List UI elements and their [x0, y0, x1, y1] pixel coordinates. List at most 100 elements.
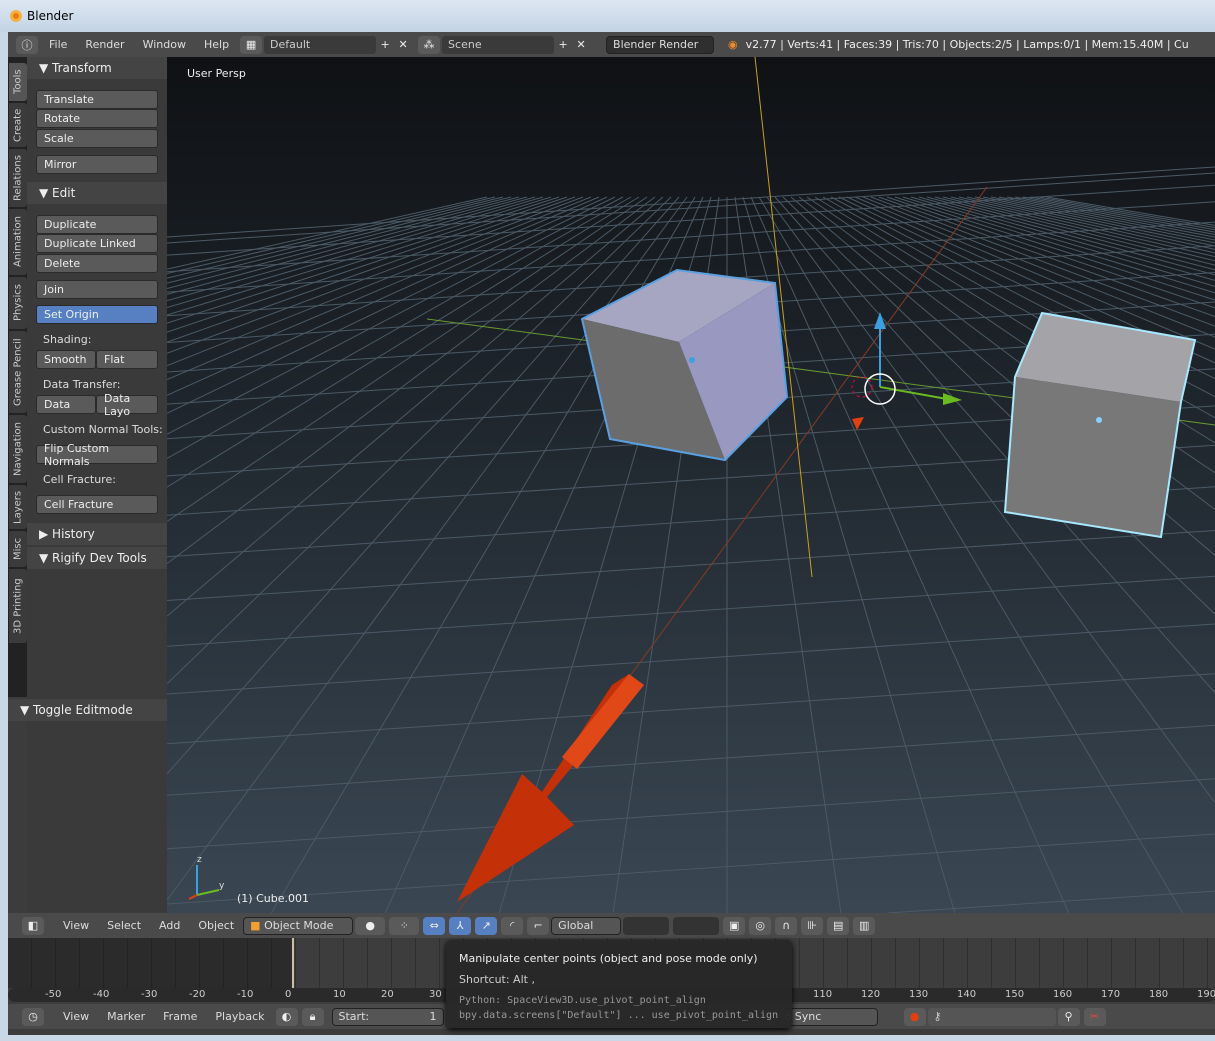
- frame-cursor[interactable]: [292, 938, 294, 988]
- translate-manipulator-icon[interactable]: ↗: [475, 916, 498, 935]
- flat-button[interactable]: Flat: [96, 350, 158, 369]
- history-title: History: [52, 527, 95, 541]
- keying-set-field[interactable]: ⚷: [927, 1007, 1056, 1026]
- insert-keyframe-icon[interactable]: ⚲: [1057, 1007, 1080, 1026]
- tab-create[interactable]: Create: [9, 103, 27, 147]
- layers-grid-1[interactable]: [623, 916, 670, 935]
- screen-layout-icon[interactable]: ▦: [240, 35, 263, 54]
- tab-3d-printing[interactable]: 3D Printing: [9, 569, 27, 643]
- orientation-select[interactable]: Global: [551, 916, 622, 935]
- rigify-panel-header[interactable]: ▼ Rigify Dev Tools: [27, 547, 167, 569]
- ruler-tick: -40: [93, 989, 110, 1000]
- menu-object[interactable]: Object: [189, 919, 243, 932]
- add-layout-icon[interactable]: +: [378, 36, 392, 54]
- mirror-button[interactable]: Mirror: [36, 155, 158, 174]
- menu-add[interactable]: Add: [150, 919, 189, 932]
- snap-icon[interactable]: ∩: [775, 916, 798, 935]
- history-panel-header[interactable]: ▶ History: [27, 523, 167, 545]
- manipulator-toggle-icon[interactable]: ⅄: [449, 916, 472, 935]
- editor-type-3d-icon[interactable]: ◧: [22, 916, 44, 935]
- viewport-shading-icon[interactable]: ●: [355, 916, 386, 935]
- menu-help[interactable]: Help: [195, 38, 238, 51]
- edit-panel-header[interactable]: ▼ Edit: [27, 182, 167, 204]
- menu-render[interactable]: Render: [76, 38, 133, 51]
- toggle-editmode-header[interactable]: ▼ Toggle Editmode: [8, 699, 167, 721]
- editor-type-info-icon[interactable]: ⓘ: [16, 35, 38, 54]
- scene-stats: v2.77 | Verts:41 | Faces:39 | Tris:70 | …: [745, 38, 1189, 51]
- scale-manipulator-icon[interactable]: ⌐: [527, 916, 550, 935]
- scene-icon[interactable]: ⁂: [418, 35, 441, 54]
- grid-line: [167, 724, 1215, 796]
- ruler-tick: 110: [813, 989, 833, 1000]
- tab-layers[interactable]: Layers: [9, 485, 27, 529]
- delete-button[interactable]: Delete: [36, 254, 158, 273]
- cube[interactable]: [580, 268, 789, 462]
- start-frame-field[interactable]: Start: 1: [331, 1007, 444, 1026]
- menu-view-timeline[interactable]: View: [54, 1010, 98, 1023]
- grid-line: [167, 673, 1215, 745]
- tab-misc[interactable]: Misc: [9, 531, 27, 567]
- pivot-align-icon[interactable]: ⇔: [423, 916, 446, 935]
- menu-view[interactable]: View: [54, 919, 98, 932]
- translate-button[interactable]: Translate: [36, 90, 158, 109]
- transform-panel-header[interactable]: ▼ Transform: [27, 57, 167, 79]
- cell-fracture-label: Cell Fracture:: [43, 473, 116, 486]
- remove-scene-icon[interactable]: ✕: [574, 36, 588, 54]
- mode-select[interactable]: ■ Object Mode: [243, 916, 354, 935]
- tab-navigation[interactable]: Navigation: [9, 415, 27, 483]
- shading-label: Shading:: [43, 333, 92, 346]
- menu-playback[interactable]: Playback: [206, 1010, 273, 1023]
- data-layout-button[interactable]: Data Layo: [96, 392, 158, 418]
- duplicate-button[interactable]: Duplicate: [36, 215, 158, 234]
- preview-range-icon[interactable]: ◐: [275, 1007, 298, 1026]
- transform-manipulator[interactable]: [851, 312, 962, 430]
- join-button[interactable]: Join: [36, 280, 158, 299]
- layers-grid-2[interactable]: [673, 916, 720, 935]
- tooltip-title: Manipulate center points (object and pos…: [459, 952, 758, 965]
- sync-select[interactable]: o Sync: [777, 1007, 878, 1026]
- scale-button[interactable]: Scale: [36, 129, 158, 148]
- ruler-tick: 140: [957, 989, 977, 1000]
- data-button[interactable]: Data: [36, 395, 96, 414]
- delete-keyframe-icon[interactable]: ✂: [1083, 1007, 1106, 1026]
- menu-frame[interactable]: Frame: [154, 1010, 206, 1023]
- remove-layout-icon[interactable]: ✕: [396, 36, 410, 54]
- tab-relations[interactable]: Relations: [9, 149, 27, 207]
- tab-physics[interactable]: Physics: [9, 277, 27, 329]
- flip-custom-normals-button[interactable]: Flip Custom Normals: [36, 442, 158, 468]
- tab-animation[interactable]: Animation: [9, 209, 27, 275]
- smooth-button[interactable]: Smooth: [36, 350, 96, 369]
- layout-field[interactable]: Default: [264, 35, 377, 54]
- set-origin-select[interactable]: Set Origin: [36, 305, 158, 324]
- ruler-tick: 190: [1197, 989, 1215, 1000]
- menu-marker[interactable]: Marker: [98, 1010, 154, 1023]
- grid-line: [167, 196, 576, 343]
- tab-grease-pencil[interactable]: Grease Pencil: [9, 331, 27, 413]
- proportional-edit-icon[interactable]: ◎: [749, 916, 772, 935]
- lock-icon[interactable]: 🔒︎: [301, 1007, 324, 1026]
- menu-file[interactable]: File: [40, 38, 76, 51]
- record-icon[interactable]: ●: [903, 1007, 926, 1026]
- grid-line: [167, 196, 632, 459]
- add-scene-icon[interactable]: +: [556, 36, 570, 54]
- lock-camera-icon[interactable]: ▣: [723, 916, 746, 935]
- viewport-scene: [167, 57, 1215, 913]
- rotate-manipulator-icon[interactable]: ◜: [501, 916, 524, 935]
- render-icon[interactable]: ▤: [827, 916, 850, 935]
- menu-window[interactable]: Window: [134, 38, 195, 51]
- editor-type-timeline-icon[interactable]: ◷: [22, 1007, 44, 1026]
- duplicate-linked-button[interactable]: Duplicate Linked: [36, 234, 158, 253]
- opengl-render-icon[interactable]: ▥: [853, 916, 876, 935]
- active-cube-001[interactable]: [1003, 311, 1197, 539]
- pivot-point-icon[interactable]: ⁘: [389, 916, 420, 935]
- ruler-tick: 160: [1053, 989, 1073, 1000]
- cell-fracture-button[interactable]: Cell Fracture: [36, 495, 158, 514]
- tooltip-python-path: bpy.data.screens["Default"] ... use_pivo…: [459, 1010, 779, 1021]
- scene-field[interactable]: Scene: [442, 35, 555, 54]
- snap-element-icon[interactable]: ⊪: [801, 916, 824, 935]
- menu-select[interactable]: Select: [98, 919, 150, 932]
- render-engine-select[interactable]: Blender Render: [606, 35, 715, 54]
- 3d-viewport[interactable]: User Persp z y (1) Cube.001: [167, 57, 1215, 913]
- rotate-button[interactable]: Rotate: [36, 109, 158, 128]
- tab-tools[interactable]: Tools: [9, 63, 27, 101]
